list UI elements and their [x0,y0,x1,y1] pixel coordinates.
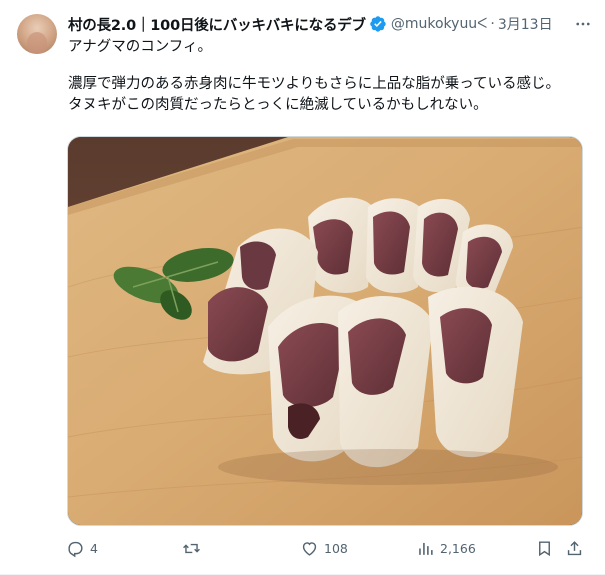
reply-icon [68,541,83,557]
retweet-button[interactable] [182,536,206,560]
tweet-text: アナグマのコンフィ。 濃厚で弾力のある赤身肉に牛モツよりもさらに上品な脂が乗って… [68,37,588,116]
user-handle[interactable]: @mukokyuuᐸ [391,16,488,32]
like-count: 108 [324,540,348,556]
food-photo [68,137,582,525]
reply-count: 4 [90,540,98,556]
tweet-header: 村の長2.0｜100日後にバッキバキになるデブ @mukokyuuᐸ · 3月1… [68,13,553,35]
tweet-text-line: タヌキがこの肉質だったらとっくに絶滅しているかもしれない。 [68,97,488,113]
tweet-text-line: アナグマのコンフィ。 [68,39,212,55]
verified-badge-icon [369,15,387,33]
views-icon [419,542,433,555]
display-name[interactable]: 村の長2.0｜100日後にバッキバキになるデブ [68,14,366,35]
reply-button[interactable]: 4 [66,536,98,560]
tweet-date[interactable]: 3月13日 [498,14,553,34]
tweet-photo[interactable] [67,136,583,526]
like-button[interactable]: 108 [300,536,348,560]
separator-dot: · [490,16,495,32]
bookmark-button[interactable] [535,536,554,560]
tweet-card[interactable]: 村の長2.0｜100日後にバッキバキになるデブ @mukokyuuᐸ · 3月1… [0,0,605,575]
more-icon[interactable] [573,14,593,34]
views-count: 2,166 [440,540,476,556]
tweet-actions: 4 108 2,166 [60,536,590,560]
avatar[interactable] [17,14,57,54]
views-button[interactable]: 2,166 [416,536,476,560]
retweet-icon [183,543,200,553]
bookmark-icon [539,540,550,556]
like-icon [302,541,317,556]
tweet-text-line: 濃厚で弾力のある赤身肉に牛モツよりもさらに上品な脂が乗っている感じ。 [68,76,560,92]
share-icon [567,540,582,555]
share-button[interactable] [565,536,584,560]
